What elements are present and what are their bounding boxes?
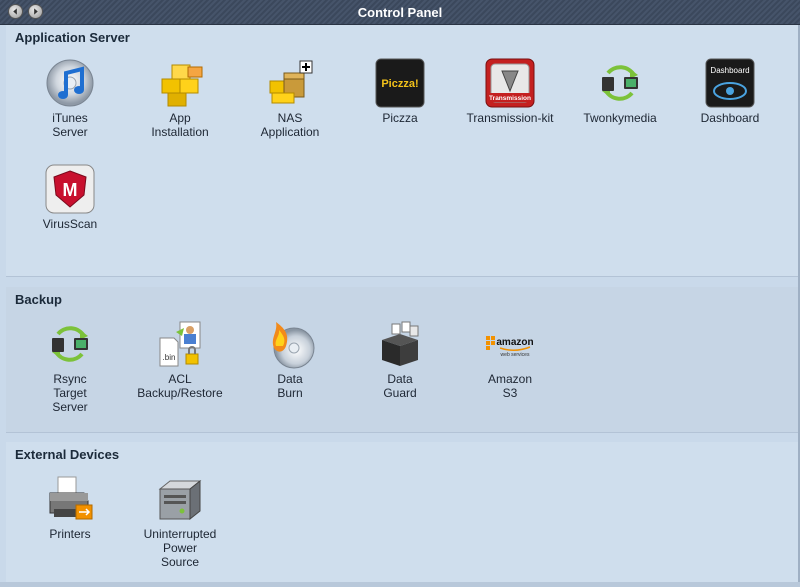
section-external-devices: External Devices Printers Uninterrupted …: [6, 442, 798, 582]
acl-backup-restore-item[interactable]: .bin ACL Backup/Restore: [125, 318, 235, 400]
window-title: Control Panel: [357, 5, 443, 20]
svg-text:web services: web services: [501, 352, 530, 358]
svg-text:Dashboard: Dashboard: [710, 66, 749, 75]
item-label: Uninterrupted Power Source: [143, 527, 217, 569]
window-edge: [0, 582, 800, 587]
item-label: VirusScan: [42, 217, 98, 231]
piczza-icon: Piczza!: [375, 58, 425, 108]
item-label: Data Burn: [277, 372, 303, 400]
itunes-icon: [46, 59, 94, 107]
blocks-icon: [161, 64, 203, 107]
nas-application-item[interactable]: NAS Application: [235, 57, 345, 139]
item-label: iTunes Server: [52, 111, 88, 139]
virusscan-item[interactable]: M VirusScan: [15, 163, 125, 231]
ups-item[interactable]: Uninterrupted Power Source: [125, 473, 235, 569]
app-installation-item[interactable]: App Installation: [125, 57, 235, 139]
svg-text:.bin: .bin: [163, 353, 176, 362]
section-divider: [6, 276, 798, 277]
mcafee-shield-icon: M: [45, 164, 95, 214]
amazon-s3-item[interactable]: amazon web services Amazon S3: [455, 318, 565, 400]
section-title: Backup: [15, 292, 62, 307]
item-label: App Installation: [151, 111, 209, 139]
section-divider: [6, 432, 798, 433]
svg-text:M: M: [63, 180, 78, 200]
item-label: Dashboard: [700, 111, 760, 125]
data-guard-icon: [382, 321, 419, 366]
svg-text:Transmission: Transmission: [489, 95, 531, 102]
section-application-server: Application Server iTunes Server App Ins…: [6, 25, 798, 276]
dashboard-icon: Dashboard: [705, 58, 755, 108]
sync-devices-icon: [602, 65, 638, 101]
item-label: Twonkymedia: [583, 111, 657, 125]
section-title: External Devices: [15, 447, 120, 462]
item-label: NAS Application: [260, 111, 320, 139]
rsync-icon: [52, 326, 88, 362]
rsync-target-server-item[interactable]: Rsync Target Server: [15, 318, 125, 414]
package-add-icon: [269, 60, 313, 104]
piczza-item[interactable]: Piczza! Piczza: [345, 57, 455, 125]
title-bar: Control Panel: [0, 0, 800, 25]
disc-burn-icon: [272, 322, 315, 369]
itunes-server-item[interactable]: iTunes Server: [15, 57, 125, 139]
ups-icon: [158, 479, 202, 521]
svg-text:amazon: amazon: [496, 337, 533, 348]
printer-icon: [49, 476, 93, 520]
transmission-kit-item[interactable]: Transmission Transmission-kit: [455, 57, 565, 125]
item-label: ACL Backup/Restore: [137, 372, 223, 400]
data-burn-item[interactable]: Data Burn: [235, 318, 345, 400]
data-guard-item[interactable]: Data Guard: [345, 318, 455, 400]
svg-text:Piczza!: Piczza!: [381, 78, 418, 90]
amazon-icon: amazon web services: [486, 336, 534, 358]
item-label: Transmission-kit: [466, 111, 554, 125]
section-backup: Backup Rsync Target Server .bin ACL Back…: [6, 287, 798, 432]
transmission-icon: Transmission: [485, 58, 535, 108]
acl-icon: .bin: [159, 321, 201, 367]
item-label: Printers: [49, 527, 91, 541]
section-title: Application Server: [15, 30, 130, 45]
dashboard-item[interactable]: Dashboard Dashboard: [675, 57, 785, 125]
item-label: Rsync Target Server: [52, 372, 88, 414]
item-label: Piczza: [382, 111, 418, 125]
twonkymedia-item[interactable]: Twonkymedia: [565, 57, 675, 125]
item-label: Data Guard: [383, 372, 417, 400]
item-label: Amazon S3: [487, 372, 533, 400]
printers-item[interactable]: Printers: [15, 473, 125, 541]
